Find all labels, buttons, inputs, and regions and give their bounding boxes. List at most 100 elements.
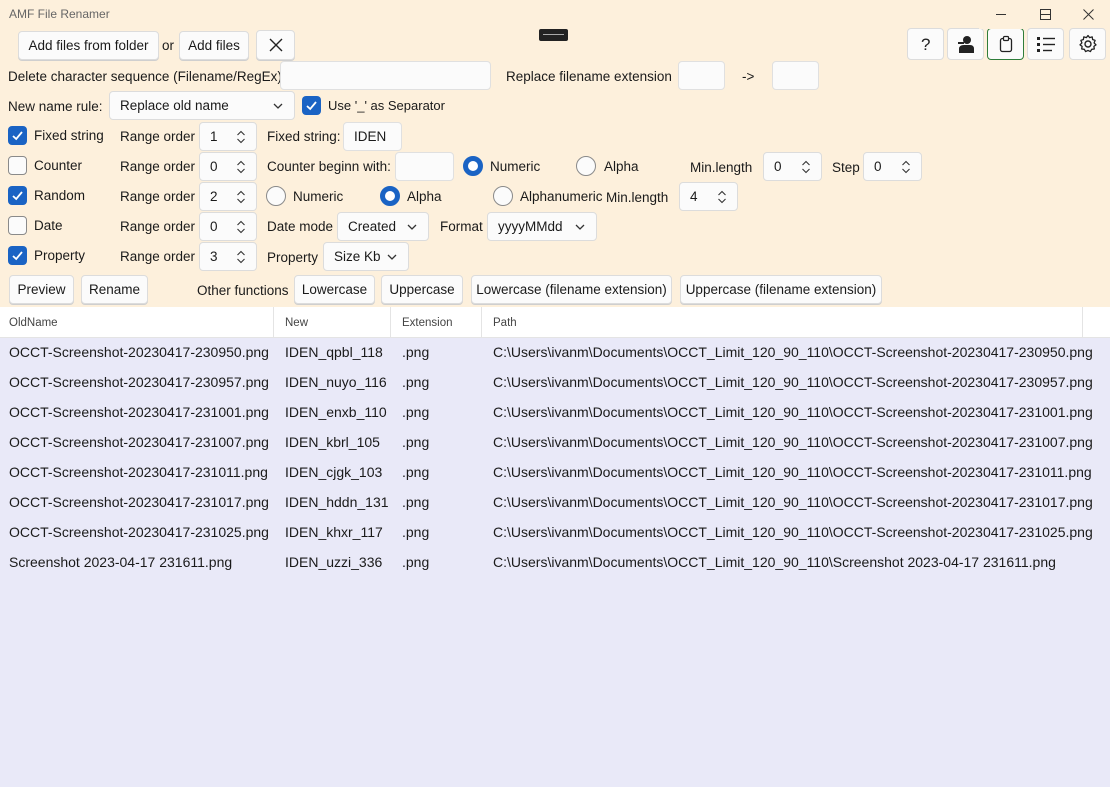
fixed-string-input[interactable]: IDEN: [343, 122, 402, 151]
maximize-button[interactable]: [1023, 0, 1067, 29]
property-select[interactable]: Size Kb: [323, 242, 409, 271]
fixed-string-checkbox[interactable]: [8, 126, 27, 145]
random-minlength-stepper[interactable]: 4: [679, 182, 738, 211]
table-row[interactable]: Screenshot 2023-04-17 231611.png IDEN_uz…: [0, 548, 1110, 578]
close-window-button[interactable]: [1066, 0, 1110, 29]
column-header-new[interactable]: New: [274, 307, 391, 338]
checkmark-icon: [12, 131, 23, 141]
table-row[interactable]: OCCT-Screenshot-20230417-231001.png IDEN…: [0, 398, 1110, 428]
separator-checkbox[interactable]: [302, 96, 321, 115]
property-label: Property: [34, 248, 86, 263]
lowercase-button[interactable]: Lowercase: [294, 275, 375, 304]
old-name-cell: Screenshot 2023-04-17 231611.png: [9, 554, 233, 570]
question-icon: ?: [921, 35, 930, 53]
rename-button[interactable]: Rename: [81, 275, 148, 304]
or-label: or: [162, 38, 175, 53]
stepper-icon: [718, 190, 726, 203]
list-icon: [1036, 37, 1055, 52]
delete-sequence-input[interactable]: [280, 61, 491, 90]
add-files-from-folder-button[interactable]: Add files from folder: [18, 31, 159, 60]
random-label: Random: [34, 188, 86, 203]
svg-text:?: ?: [921, 35, 930, 53]
minimize-window-button[interactable]: [979, 0, 1023, 29]
counter-minlength-stepper[interactable]: 0: [763, 152, 822, 181]
counter-minlength-label: Min.length: [690, 160, 753, 175]
date-checkbox[interactable]: [8, 216, 27, 235]
path-cell: C:\Users\ivanm\Documents\OCCT_Limit_120_…: [493, 494, 1093, 510]
stepper-icon: [902, 160, 910, 173]
random-range-order-stepper[interactable]: 2: [199, 182, 257, 211]
old-name-cell: OCCT-Screenshot-20230417-231011.png: [9, 464, 268, 480]
new-name-rule-label: New name rule:: [8, 99, 103, 114]
extension-cell: .png: [402, 344, 430, 360]
new-name-cell: IDEN_qpbl_118: [285, 344, 383, 360]
counter-range-order-stepper[interactable]: 0: [199, 152, 257, 181]
close-icon: [1082, 9, 1094, 20]
random-numeric-radio[interactable]: [266, 186, 286, 206]
clipboard-button[interactable]: [987, 28, 1024, 60]
uppercase-extension-button[interactable]: Uppercase (filename extension): [680, 275, 882, 304]
new-name-cell: IDEN_cjgk_103: [285, 464, 383, 480]
table-row[interactable]: OCCT-Screenshot-20230417-230957.png IDEN…: [0, 368, 1110, 398]
list-view-button[interactable]: [1027, 28, 1064, 60]
date-mode-value: Created: [348, 219, 397, 234]
new-name-cell: IDEN_khxr_117: [285, 524, 383, 540]
help-button[interactable]: ?: [907, 28, 944, 60]
table-row[interactable]: OCCT-Screenshot-20230417-230950.png IDEN…: [0, 338, 1110, 368]
counter-alpha-radio[interactable]: [576, 156, 596, 176]
date-format-select[interactable]: yyyyMMdd: [487, 212, 597, 241]
replace-extension-label: Replace filename extension: [506, 69, 672, 84]
path-cell: C:\Users\ivanm\Documents\OCCT_Limit_120_…: [493, 554, 1056, 570]
counter-checkbox[interactable]: [8, 156, 27, 175]
new-name-cell: IDEN_hddn_131: [285, 494, 389, 510]
counter-begin-input[interactable]: [395, 152, 454, 181]
old-name-cell: OCCT-Screenshot-20230417-231025.png: [9, 524, 269, 540]
settings-button[interactable]: [1069, 28, 1106, 60]
checkmark-icon: [12, 251, 23, 261]
date-range-order-stepper[interactable]: 0: [199, 212, 257, 241]
path-cell: C:\Users\ivanm\Documents\OCCT_Limit_120_…: [493, 434, 1093, 450]
date-range-order-label: Range order: [120, 219, 196, 234]
random-alpha-radio[interactable]: [380, 186, 400, 206]
property-value: Size Kb: [334, 249, 381, 264]
uppercase-button[interactable]: Uppercase: [381, 275, 463, 304]
add-files-button[interactable]: Add files: [179, 31, 249, 60]
counter-range-order-value: 0: [210, 159, 218, 174]
replace-extension-from-input[interactable]: [678, 61, 725, 90]
table-row[interactable]: OCCT-Screenshot-20230417-231007.png IDEN…: [0, 428, 1110, 458]
new-name-rule-select[interactable]: Replace old name: [109, 91, 295, 120]
replace-extension-to-input[interactable]: [772, 61, 819, 90]
date-mode-select[interactable]: Created: [337, 212, 429, 241]
property-range-order-stepper[interactable]: 3: [199, 242, 257, 271]
extension-cell: .png: [402, 404, 430, 420]
random-checkbox[interactable]: [8, 186, 27, 205]
preview-button[interactable]: Preview: [9, 275, 74, 304]
property-field-label: Property: [267, 250, 319, 265]
random-alphanumeric-radio[interactable]: [493, 186, 513, 206]
clear-files-button[interactable]: [256, 30, 295, 60]
table-row[interactable]: OCCT-Screenshot-20230417-231011.png IDEN…: [0, 458, 1110, 488]
counter-minlength-value: 0: [774, 159, 782, 174]
old-name-cell: OCCT-Screenshot-20230417-230950.png: [9, 344, 269, 360]
counter-step-stepper[interactable]: 0: [863, 152, 922, 181]
column-header-extension[interactable]: Extension: [391, 307, 482, 338]
counter-label: Counter: [34, 158, 83, 173]
fixed-range-order-stepper[interactable]: 1: [199, 122, 257, 151]
drag-handle-icon[interactable]: [539, 29, 568, 41]
counter-numeric-radio[interactable]: [463, 156, 483, 176]
file-list: OCCT-Screenshot-20230417-230950.png IDEN…: [0, 338, 1110, 787]
column-header-oldname[interactable]: OldName: [0, 307, 274, 338]
lowercase-extension-button[interactable]: Lowercase (filename extension): [471, 275, 672, 304]
user-button[interactable]: [947, 28, 984, 60]
old-name-cell: OCCT-Screenshot-20230417-231007.png: [9, 434, 269, 450]
random-range-order-value: 2: [210, 189, 218, 204]
chevron-down-icon: [575, 224, 585, 230]
property-checkbox[interactable]: [8, 246, 27, 265]
random-minlength-label: Min.length: [606, 190, 669, 205]
column-header-path[interactable]: Path: [482, 307, 1083, 338]
property-range-order-label: Range order: [120, 249, 196, 264]
date-format-label: Format: [440, 219, 483, 234]
table-row[interactable]: OCCT-Screenshot-20230417-231017.png IDEN…: [0, 488, 1110, 518]
table-row[interactable]: OCCT-Screenshot-20230417-231025.png IDEN…: [0, 518, 1110, 548]
date-mode-label: Date mode: [267, 219, 334, 234]
